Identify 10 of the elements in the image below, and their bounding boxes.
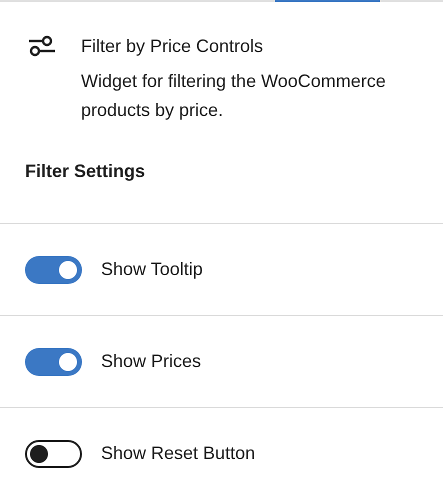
toggle-switch[interactable] [25,256,82,284]
toggle-label: Show Reset Button [101,443,256,464]
toggle-label: Show Prices [101,351,202,372]
section-title: Filter Settings [24,160,146,183]
toggle-switch[interactable] [25,440,82,468]
block-title: Filter by Price Controls [81,35,264,58]
block-description: Widget for filtering the WooCommerce products by price. [81,70,387,122]
toggle-switch[interactable] [25,348,82,376]
sliders-icon [27,34,57,58]
toggle-label: Show Tooltip [101,259,203,280]
